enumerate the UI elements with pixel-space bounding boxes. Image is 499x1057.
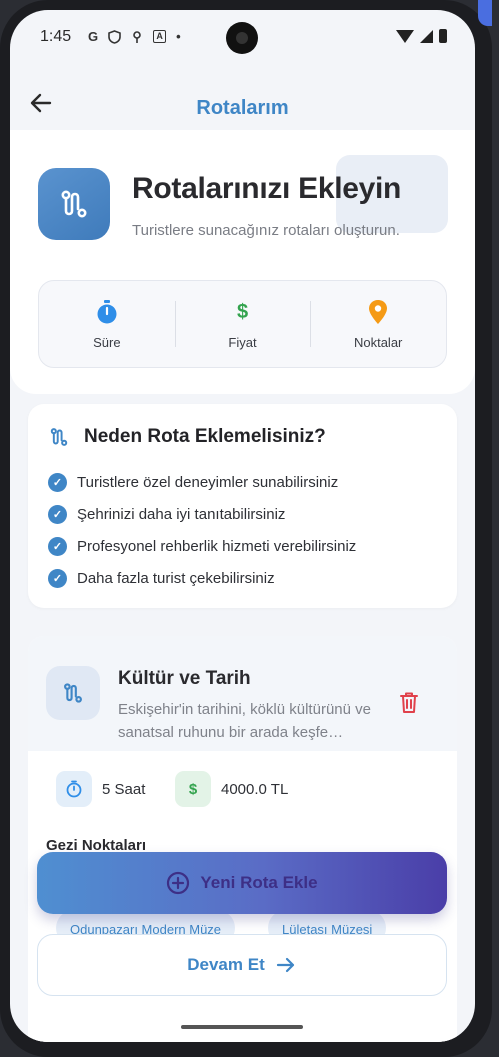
dollar-icon: $ [175,771,211,807]
route-icon [64,683,82,703]
list-item-text: Şehrinizi daha iyi tanıtabilirsiniz [77,505,286,523]
timer-icon [56,771,92,807]
next-card-peek [28,1016,457,1042]
feature-stats: Süre $ Fiyat Noktalar [38,280,447,368]
delete-icon[interactable] [398,691,420,715]
why-card: Neden Rota Eklemelisiniz? ✓ Turistlere ö… [28,404,457,608]
list-item: ✓ Daha fazla turist çekebilirsiniz [48,562,356,594]
stat-duration: Süre [39,281,175,367]
status-icons: G A • [88,29,181,44]
list-item: ✓ Şehrinizi daha iyi tanıtabilirsiniz [48,498,356,530]
list-item-text: Profesyonel rehberlik hizmeti verebilirs… [77,537,357,555]
duration-value: 5 Saat [102,780,146,798]
dot-icon: • [176,29,181,44]
continue-label: Devam Et [187,955,265,974]
arrow-right-icon [276,957,294,973]
route-description: Eskişehir'in tarihini, köklü kültürünü v… [118,701,371,741]
a-icon: A [153,30,167,43]
route-price: $ 4000.0 TL [175,771,288,807]
shield-icon [108,29,121,44]
side-accent [478,0,492,26]
wifi-icon [396,29,414,43]
device-frame: 1:45 G A • Rotalarım Rotalarınızı Ekleyi… [0,0,492,1057]
page-title: Rotalarım [196,97,289,119]
route-logo [38,168,110,240]
app-bar: Rotalarım [10,66,475,130]
dollar-icon: $ [236,301,249,323]
signal-icon [420,29,433,43]
check-circle-icon: ✓ [48,504,67,524]
route-thumb [46,666,100,720]
map-pin-icon [369,300,388,324]
add-route-label: Yeni Rota Ekle [200,873,318,892]
battery-icon [439,29,447,43]
route-duration: 5 Saat [56,771,145,807]
app-screen: 1:45 G A • Rotalarım Rotalarınızı Ekleyi… [10,10,475,1042]
why-title: Neden Rota Eklemelisiniz? [84,426,326,447]
hero-title: Rotalarınızı Ekleyin [132,172,402,205]
route-card-header: Kültür ve Tarih Eskişehir'in tarihini, k… [28,636,457,751]
stat-label: Fiyat [228,335,257,350]
check-circle-icon: ✓ [48,568,67,588]
list-item-text: Turistlere özel deneyimler sunabilirsini… [77,473,339,491]
list-item: ✓ Profesyonel rehberlik hizmeti verebili… [48,530,356,562]
stat-price: $ Fiyat [174,281,311,367]
status-time: 1:45 [40,28,72,45]
camera-cutout [226,22,258,54]
add-route-button[interactable]: Yeni Rota Ekle [37,852,447,914]
status-bar: 1:45 G A • [10,10,475,66]
continue-button[interactable]: Devam Et [37,934,447,996]
list-item: ✓ Turistlere özel deneyimler sunabilirsi… [48,466,356,498]
add-circle-icon [167,871,190,895]
check-circle-icon: ✓ [48,472,67,492]
status-right [396,29,447,43]
location-icon [133,30,141,43]
stat-label: Süre [93,335,121,350]
price-value: 4000.0 TL [221,780,289,798]
stat-points: Noktalar [310,281,446,367]
hero-subtitle: Turistlere sunacağınız rotaları oluşturu… [132,222,400,239]
check-circle-icon: ✓ [48,536,67,556]
why-list: ✓ Turistlere özel deneyimler sunabilirsi… [48,466,356,594]
stat-label: Noktalar [353,335,403,350]
google-icon: G [88,29,99,44]
why-header: Neden Rota Eklemelisiniz? [48,426,326,448]
route-name: Kültür ve Tarih [118,668,251,689]
list-item-text: Daha fazla turist çekebilirsiniz [77,569,275,587]
route-icon [50,428,68,446]
route-icon [61,190,87,218]
hero-section: Rotalarınızı Ekleyin Turistlere sunacağı… [10,130,475,394]
gesture-handle [181,1025,303,1029]
timer-icon [97,300,117,324]
